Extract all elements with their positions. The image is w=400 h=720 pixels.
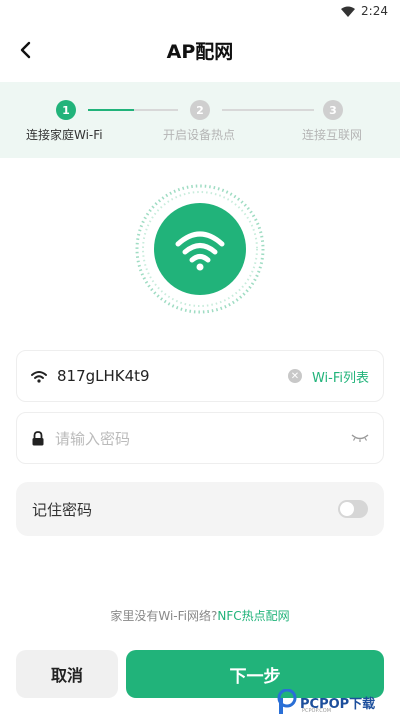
clear-icon[interactable]: ✕ [287,369,302,383]
cancel-button[interactable]: 取消 [16,650,118,698]
wifi-ssid-value: 817gLHK4t9 [57,367,150,385]
wifi-ssid-field[interactable]: 817gLHK4t9 ✕ Wi-Fi列表 [16,350,384,402]
wifi-list-link[interactable]: Wi-Fi列表 [312,367,369,386]
remember-password-row: 记住密码 [16,482,384,536]
step-1-label: 连接家庭Wi-Fi [26,128,103,142]
step-line-progress [88,109,134,111]
back-button[interactable] [10,34,42,66]
wifi-hero-graphic [134,183,266,315]
page-title: AP配网 [166,40,234,63]
watermark-subtext: PCPOP.COM [302,708,332,714]
wifi-icon [135,184,265,314]
app-header: AP配网 [0,28,400,72]
step-line-1 [134,109,178,111]
nfc-hotspot-link[interactable]: NFC热点配网 [217,609,289,623]
progress-stepper: 1 连接家庭Wi-Fi 2 开启设备热点 3 连接互联网 [0,82,400,158]
back-arrow-icon [20,41,31,59]
step-2-number: 2 [190,100,210,120]
wifi-signal-icon [341,6,356,17]
watermark: PCPOP下载 PCPOP.COM [276,684,400,720]
lock-icon [32,430,44,445]
step-2-label: 开启设备热点 [163,128,236,142]
status-time: 2:24 [361,4,388,18]
hint-text: 家里没有Wi-Fi网络? [110,609,218,623]
step-3-number: 3 [323,100,343,120]
step-3-label: 连接互联网 [302,128,363,142]
pcpop-logo-icon [277,689,297,714]
wifi-icon [31,370,47,383]
remember-password-label: 记住密码 [32,500,93,519]
step-1-number: 1 [56,100,76,120]
status-bar: 2:24 [0,0,400,22]
remember-password-toggle[interactable] [338,500,368,518]
eye-closed-icon[interactable] [351,433,369,443]
nfc-hint: 家里没有Wi-Fi网络?NFC热点配网 [0,607,400,624]
password-field[interactable]: 请输入密码 [16,412,384,464]
step-line-2 [222,109,314,111]
toggle-knob [340,502,354,516]
password-placeholder: 请输入密码 [55,429,131,448]
